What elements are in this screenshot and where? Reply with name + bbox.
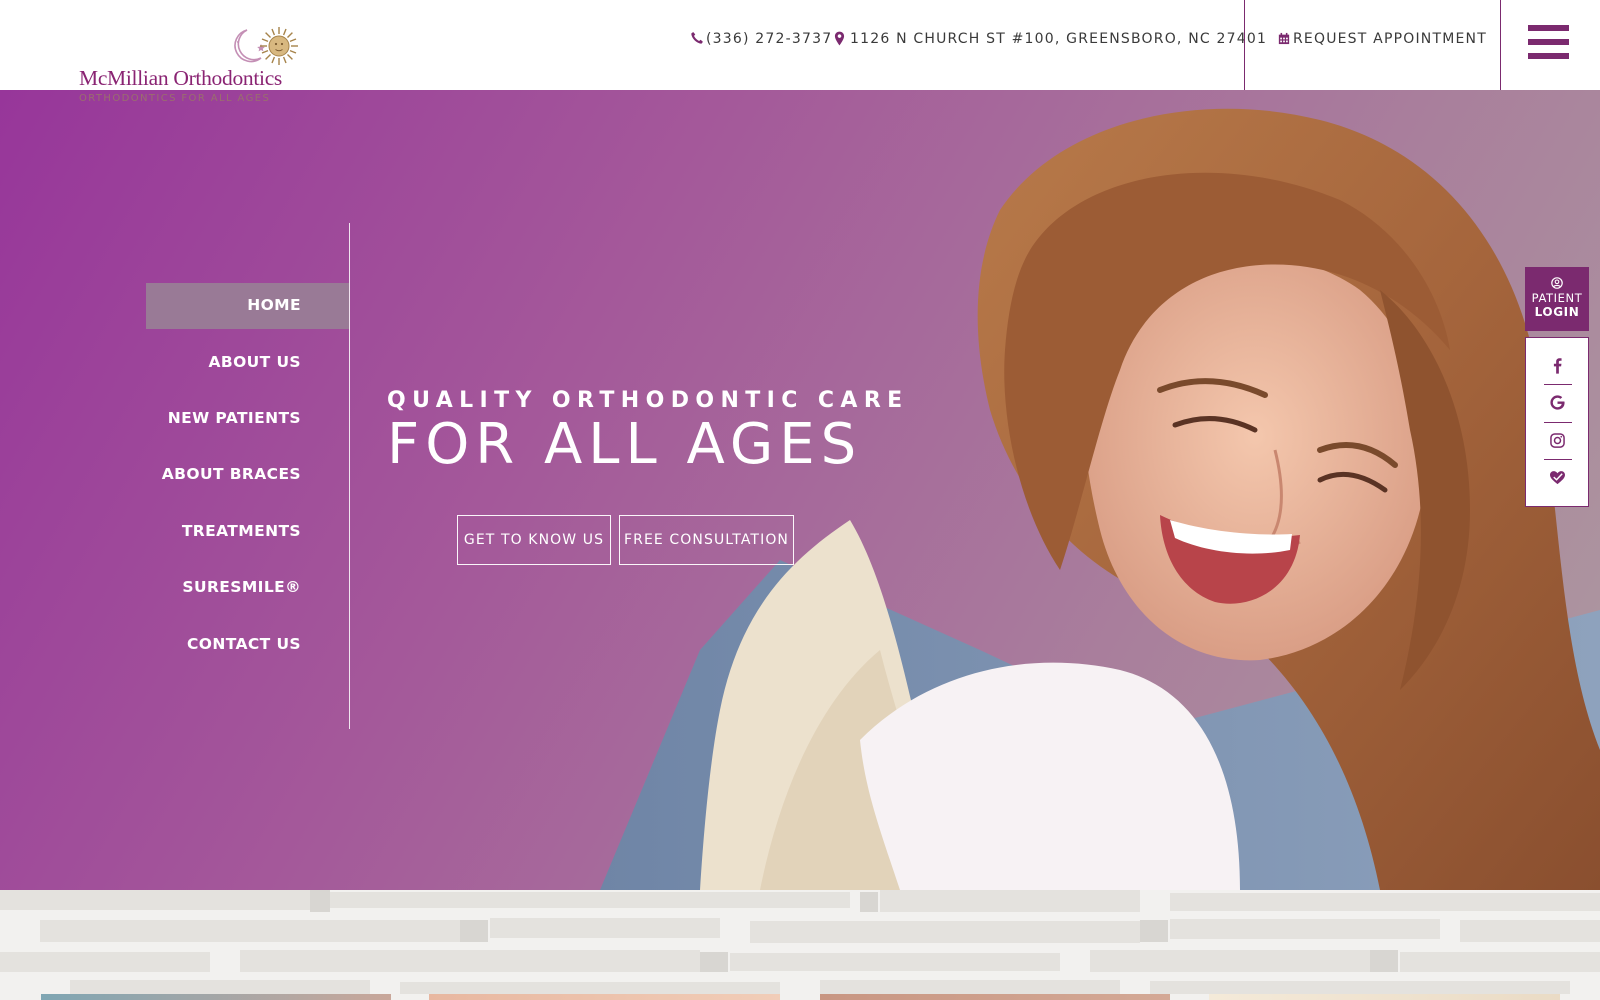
header-divider [1500, 0, 1501, 90]
card-image-strip [429, 994, 780, 1000]
google-icon[interactable] [1542, 384, 1572, 421]
main-nav: HOME ABOUT US NEW PATIENTS ABOUT BRACES … [146, 223, 350, 729]
site-logo[interactable]: McMillian Orthodontics ORTHODONTICS FOR … [79, 22, 319, 106]
card-image-strip [820, 994, 1170, 1000]
social-links-bar [1525, 337, 1589, 507]
map-marker-icon [834, 31, 848, 47]
stone-wall-texture [0, 890, 1600, 1000]
nav-item-about-us[interactable]: ABOUT US [209, 353, 302, 371]
menu-bar [1528, 53, 1569, 59]
facebook-icon[interactable] [1542, 347, 1572, 384]
request-appointment-button[interactable]: REQUEST APPOINTMENT [1278, 31, 1487, 47]
calendar-icon [1278, 32, 1291, 46]
stone-wall-section [0, 890, 1600, 1000]
card-image-strip [1209, 994, 1560, 1000]
instagram-icon[interactable] [1542, 422, 1572, 459]
patient-login-button[interactable]: PATIENT LOGIN [1525, 267, 1589, 331]
phone-icon [690, 31, 704, 47]
hero-heading: FOR ALL AGES [387, 412, 863, 477]
patient-login-label-1: PATIENT [1531, 291, 1583, 305]
nav-item-about-braces[interactable]: ABOUT BRACES [162, 465, 301, 483]
free-consultation-button[interactable]: FREE CONSULTATION [619, 515, 794, 565]
request-appointment-label: REQUEST APPOINTMENT [1293, 31, 1487, 47]
card-image-strip [41, 994, 391, 1000]
patient-login-label-2: LOGIN [1534, 305, 1580, 319]
phone-number: (336) 272-3737 [706, 31, 833, 47]
hero-section: HOME ABOUT US NEW PATIENTS ABOUT BRACES … [0, 90, 1600, 890]
hero-subheading: QUALITY ORTHODONTIC CARE [387, 388, 909, 413]
address-link[interactable]: 1126 N CHURCH ST #100, GREENSBORO, NC 27… [834, 31, 1267, 47]
nav-item-home[interactable]: HOME [247, 296, 301, 314]
logo-wordmark: McMillian Orthodontics [79, 66, 283, 90]
nav-item-new-patients[interactable]: NEW PATIENTS [168, 409, 301, 427]
site-header: McMillian Orthodontics ORTHODONTICS FOR … [0, 0, 1600, 104]
review-heart-icon[interactable] [1542, 459, 1572, 496]
phone-link[interactable]: (336) 272-3737 [690, 31, 832, 47]
menu-bar [1528, 39, 1569, 45]
nav-item-treatments[interactable]: TREATMENTS [182, 522, 301, 540]
header-divider [1244, 0, 1245, 90]
nav-item-contact-us[interactable]: CONTACT US [187, 635, 301, 653]
sun-moon-emblem-icon [234, 27, 298, 65]
nav-item-suresmile[interactable]: SURESMILE® [182, 578, 301, 596]
logo-tagline: ORTHODONTICS FOR ALL AGES [79, 93, 271, 104]
get-to-know-us-button[interactable]: GET TO KNOW US [457, 515, 611, 565]
address-text: 1126 N CHURCH ST #100, GREENSBORO, NC 27… [850, 31, 1268, 47]
menu-bar [1528, 25, 1569, 31]
hamburger-menu-icon[interactable] [1528, 25, 1569, 59]
user-circle-icon [1551, 277, 1563, 289]
